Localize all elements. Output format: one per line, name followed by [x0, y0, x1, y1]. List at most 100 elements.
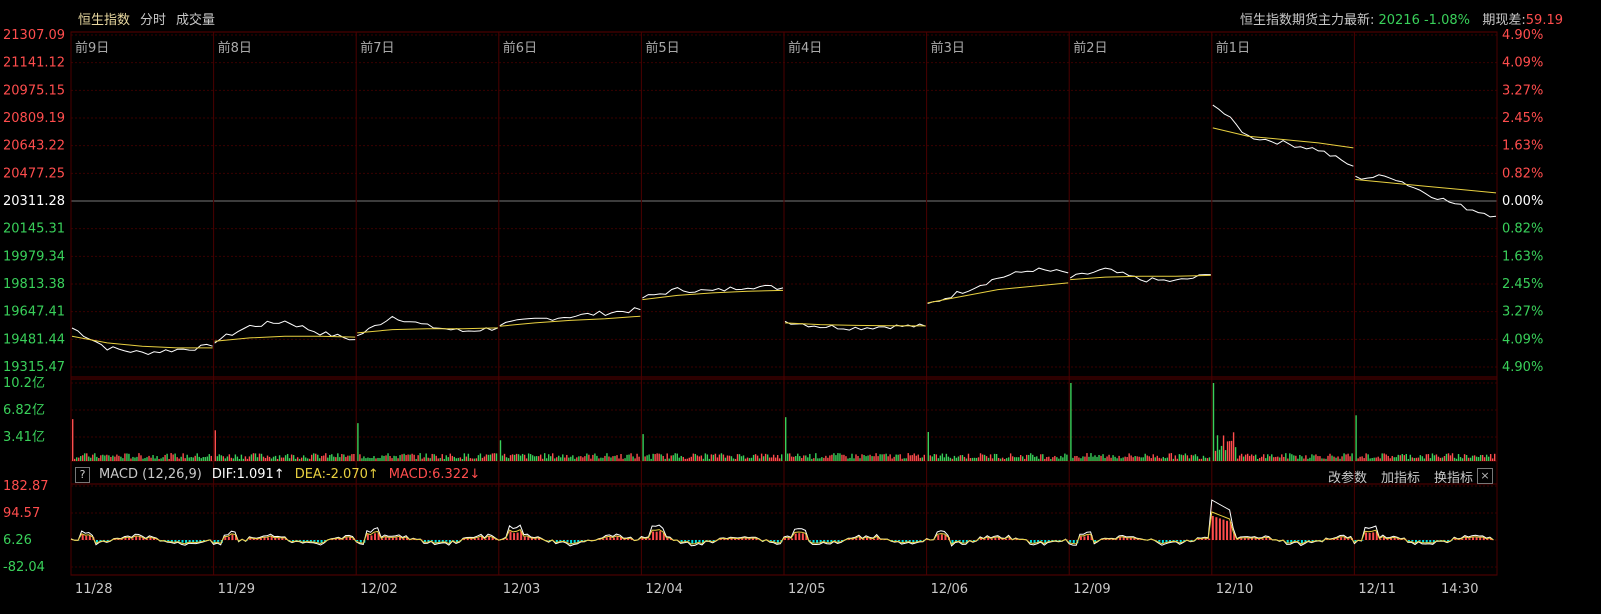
- macd-histogram-bar: [1479, 537, 1482, 540]
- date-label: 12/03: [503, 582, 540, 597]
- volume-bar: [493, 453, 496, 461]
- volume-bar: [1140, 457, 1142, 461]
- volume-bar: [903, 458, 905, 461]
- close-icon[interactable]: ×: [1477, 468, 1493, 484]
- volume-bar: [1345, 454, 1347, 461]
- volume-bar: [451, 455, 454, 461]
- macd-histogram-bar: [1243, 538, 1246, 540]
- macd-dif-line: [70, 499, 1494, 547]
- volume-bar: [196, 453, 198, 461]
- volume-bar: [602, 457, 604, 461]
- volume-bar: [1467, 457, 1470, 461]
- volume-bar: [501, 455, 504, 461]
- volume-bar: [345, 456, 347, 461]
- volume-bar: [1469, 457, 1472, 461]
- price-line: [1069, 267, 1211, 283]
- volume-bar: [120, 456, 122, 461]
- volume-bar: [292, 455, 295, 461]
- volume-bar: [1040, 454, 1042, 461]
- volume-bar: [1371, 458, 1373, 461]
- volume-axis-label: 3.41亿: [3, 430, 45, 445]
- volume-bar: [704, 453, 707, 461]
- macd-histogram-bar: [170, 540, 173, 542]
- volume-bar: [698, 456, 701, 461]
- volume-bar: [1100, 455, 1102, 461]
- volume-bar: [1236, 458, 1239, 461]
- price-axis-label: 21141.12: [3, 56, 65, 71]
- volume-bar: [963, 456, 966, 461]
- volume-bar: [1269, 456, 1271, 461]
- volume-bar: [1164, 458, 1167, 461]
- macd-histogram-bar: [1158, 540, 1161, 542]
- volume-bar: [174, 453, 176, 461]
- volume-bar: [939, 455, 942, 461]
- volume-bar: [220, 455, 223, 461]
- volume-bar: [182, 453, 184, 461]
- macd-histogram-bar: [477, 537, 480, 540]
- volume-bar: [1017, 457, 1020, 461]
- macd-histogram-bar: [1119, 537, 1122, 540]
- volume-bar: [349, 455, 351, 461]
- macd-histogram-bar: [516, 532, 519, 540]
- price-axis-label: 20809.19: [3, 111, 65, 126]
- volume-bar: [1120, 458, 1122, 461]
- volume-bar: [1088, 456, 1090, 461]
- volume-bar: [885, 453, 887, 461]
- macd-histogram-bar: [181, 540, 184, 543]
- volume-bar: [266, 455, 269, 461]
- volume-bar: [529, 454, 532, 461]
- macd-histogram-bar: [124, 537, 127, 540]
- day-label: 前9日: [75, 40, 109, 56]
- volume-bar: [947, 456, 950, 461]
- volume-bar: [236, 456, 239, 461]
- volume-bar: [1024, 458, 1026, 461]
- volume-bar: [728, 455, 731, 461]
- volume-bar: [1170, 453, 1173, 461]
- volume-bar: [1166, 457, 1169, 461]
- volume-bar: [208, 454, 210, 461]
- volume-bar: [260, 453, 263, 461]
- volume-bar: [748, 458, 751, 461]
- volume-bar: [325, 453, 327, 461]
- volume-bar: [897, 454, 899, 461]
- volume-bar: [1058, 458, 1060, 461]
- volume-bar: [166, 453, 168, 461]
- volume-bar: [1289, 453, 1291, 461]
- volume-bar: [572, 455, 574, 461]
- macd-histogram-bar: [648, 538, 651, 540]
- volume-bar: [921, 457, 923, 461]
- date-label: 12/09: [1073, 582, 1110, 597]
- help-icon[interactable]: ?: [75, 467, 90, 483]
- macd-histogram-bar: [1411, 540, 1414, 542]
- volume-bar: [1198, 458, 1201, 461]
- volume-bar: [805, 455, 807, 461]
- edit-params-button[interactable]: 改参数: [1328, 467, 1367, 486]
- volume-bar: [670, 455, 672, 461]
- change-indicator-button[interactable]: 换指标: [1434, 467, 1473, 486]
- volume-bar: [156, 456, 158, 461]
- macd-histogram-bar: [274, 537, 277, 540]
- volume-bar: [596, 455, 598, 461]
- macd-histogram-bar: [374, 533, 377, 540]
- volume-bar: [1437, 456, 1440, 461]
- volume-bar: [1481, 454, 1484, 461]
- macd-histogram-bar: [1368, 532, 1371, 540]
- volume-bar: [893, 456, 895, 461]
- volume-bar: [391, 458, 393, 461]
- volume-bar: [1214, 450, 1217, 461]
- volume-bar: [1086, 453, 1088, 461]
- volume-bar: [399, 455, 401, 461]
- macd-histogram-bar: [395, 537, 398, 540]
- add-indicator-button[interactable]: 加指标: [1381, 467, 1420, 486]
- volume-bar: [353, 453, 355, 461]
- macd-histogram-bar: [570, 540, 573, 544]
- macd-histogram-bar: [573, 540, 576, 543]
- volume-bar: [566, 454, 568, 461]
- volume-bar: [335, 457, 337, 461]
- volume-bar: [865, 456, 867, 461]
- volume-bar: [286, 453, 289, 461]
- volume-bar: [545, 458, 548, 461]
- macd-histogram-bar: [1218, 518, 1221, 540]
- volume-bar: [294, 458, 297, 461]
- volume-bar: [1011, 456, 1014, 461]
